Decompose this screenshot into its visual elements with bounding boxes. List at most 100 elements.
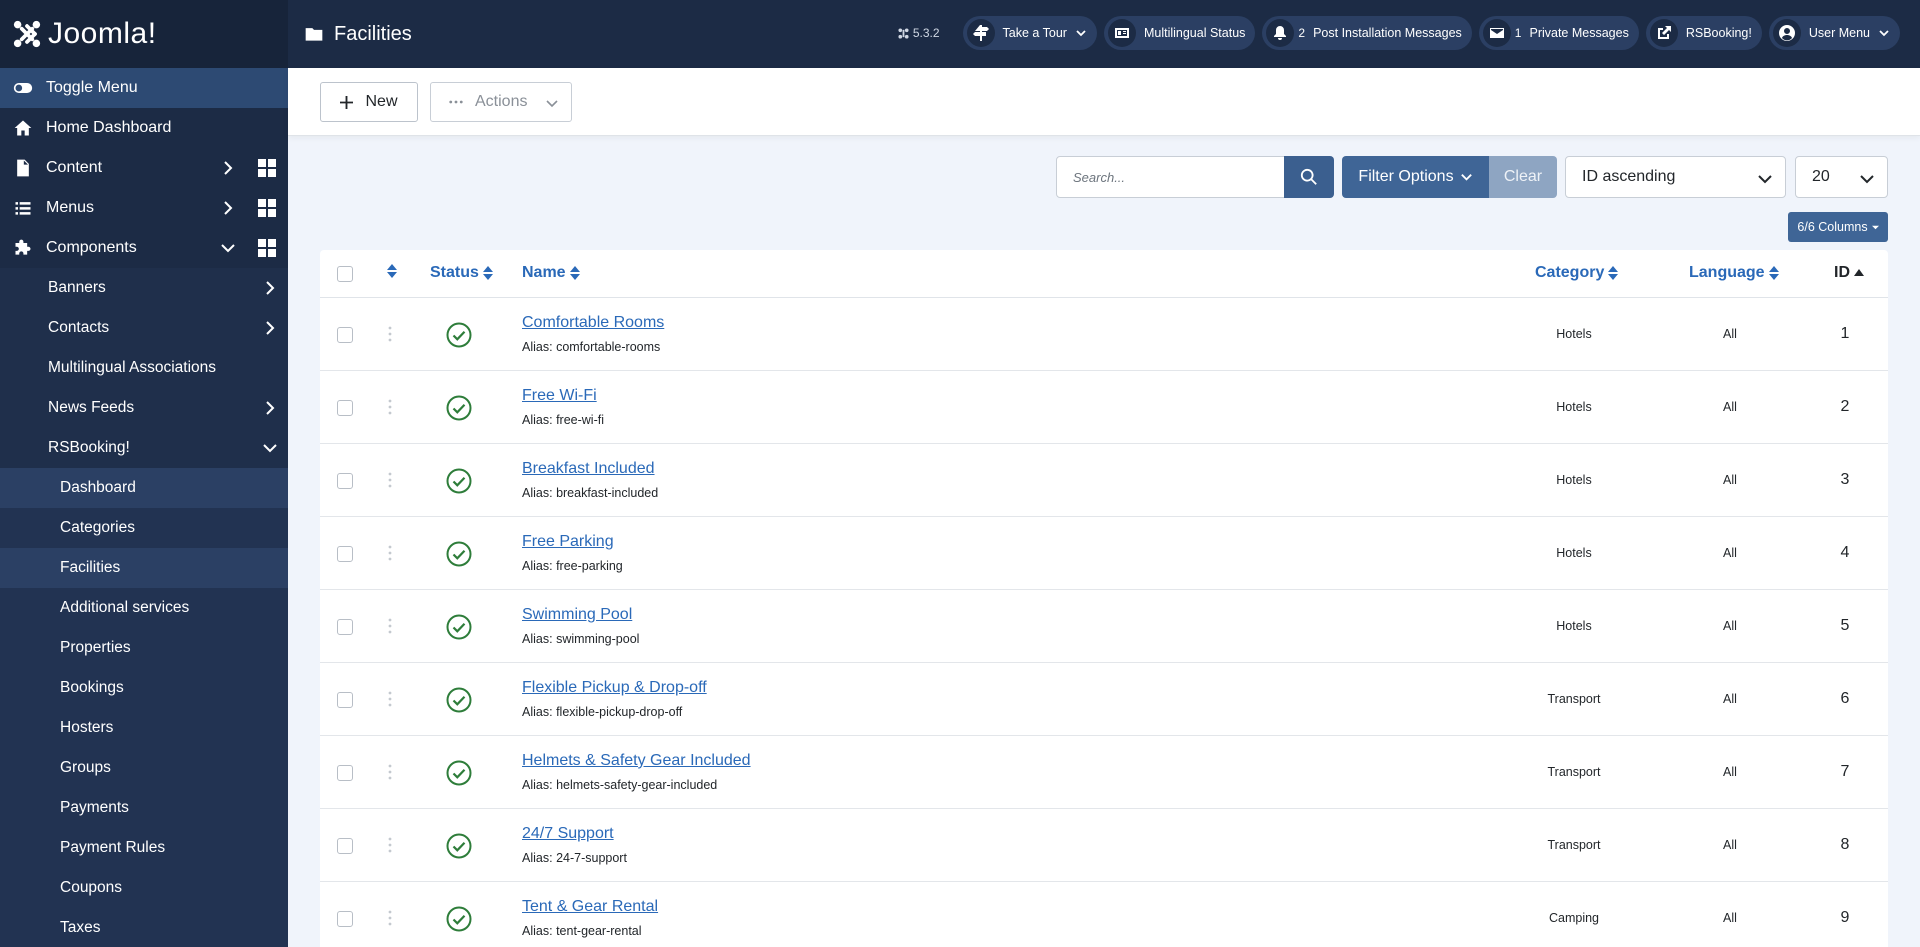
- file-icon: [12, 157, 34, 179]
- sidebar-item-banners[interactable]: Banners: [0, 268, 288, 308]
- actions-dropdown[interactable]: Actions: [430, 82, 572, 122]
- sidebar-item-label: Banners: [48, 279, 106, 296]
- select-all-checkbox[interactable]: [337, 266, 353, 282]
- published-check-icon[interactable]: [446, 468, 472, 494]
- drag-handle-icon[interactable]: [388, 617, 392, 635]
- filter-options-button[interactable]: Filter Options: [1342, 156, 1489, 198]
- sidebar-item-rsbooking[interactable]: RSBooking!: [0, 428, 288, 468]
- row-checkbox[interactable]: [337, 692, 353, 708]
- sidebar-item-contacts[interactable]: Contacts: [0, 308, 288, 348]
- multilingual-status-button[interactable]: Multilingual Status: [1103, 16, 1256, 50]
- chevron-right-icon[interactable]: [220, 200, 236, 216]
- sidebar-item-home-dashboard[interactable]: Home Dashboard: [0, 108, 288, 148]
- facility-name-link[interactable]: Helmets & Safety Gear Included: [522, 752, 751, 770]
- sidebar-item-rsbooking-hosters[interactable]: Hosters: [0, 708, 288, 748]
- drag-handle-icon[interactable]: [388, 544, 392, 562]
- columns-toggle-button[interactable]: 6/6 Columns: [1788, 212, 1888, 242]
- id-column-header[interactable]: ID: [1834, 264, 1864, 282]
- private-messages-button[interactable]: 1 Private Messages: [1478, 16, 1639, 50]
- take-a-tour-button[interactable]: Take a Tour: [962, 16, 1097, 50]
- search-button[interactable]: [1284, 156, 1334, 198]
- sidebar-item-news-feeds[interactable]: News Feeds: [0, 388, 288, 428]
- ordering-column-header[interactable]: [387, 264, 397, 278]
- list-limit-select[interactable]: 20: [1795, 156, 1888, 198]
- drag-handle-icon[interactable]: [388, 690, 392, 708]
- row-checkbox[interactable]: [337, 911, 353, 927]
- sidebar-item-rsbooking-properties[interactable]: Properties: [0, 628, 288, 668]
- chevron-down-icon[interactable]: [220, 240, 236, 256]
- drag-handle-icon[interactable]: [388, 471, 392, 489]
- dashboard-grid-icon[interactable]: [258, 159, 276, 177]
- sidebar-item-rsbooking-groups[interactable]: Groups: [0, 748, 288, 788]
- sort-ascending-icon: [1854, 269, 1864, 276]
- sidebar-item-label: Properties: [60, 639, 131, 656]
- sidebar-item-components[interactable]: Components: [0, 228, 288, 268]
- row-checkbox[interactable]: [337, 400, 353, 416]
- rsbooking-site-button[interactable]: RSBooking!: [1645, 16, 1762, 50]
- facility-language: All: [1723, 400, 1737, 414]
- published-check-icon[interactable]: [446, 906, 472, 932]
- sidebar-item-rsbooking-categories[interactable]: Categories: [0, 508, 288, 548]
- facility-name-link[interactable]: Free Wi-Fi: [522, 387, 597, 405]
- brand[interactable]: Joomla!: [0, 0, 288, 68]
- facility-name-link[interactable]: Comfortable Rooms: [522, 314, 664, 332]
- facility-name-link[interactable]: Breakfast Included: [522, 460, 655, 478]
- chevron-right-icon[interactable]: [220, 160, 236, 176]
- facility-alias: Alias: swimming-pool: [522, 632, 639, 646]
- row-checkbox[interactable]: [337, 327, 353, 343]
- sidebar-item-rsbooking-payments[interactable]: Payments: [0, 788, 288, 828]
- sidebar-item-rsbooking-taxes[interactable]: Taxes: [0, 908, 288, 947]
- new-button[interactable]: New: [320, 82, 418, 122]
- published-check-icon[interactable]: [446, 322, 472, 348]
- facility-name-link[interactable]: 24/7 Support: [522, 825, 614, 843]
- sidebar-item-content[interactable]: Content: [0, 148, 288, 188]
- published-check-icon[interactable]: [446, 541, 472, 567]
- published-check-icon[interactable]: [446, 760, 472, 786]
- sidebar-item-rsbooking-bookings[interactable]: Bookings: [0, 668, 288, 708]
- row-checkbox[interactable]: [337, 838, 353, 854]
- language-column-header[interactable]: Language: [1689, 264, 1779, 282]
- status-column-header[interactable]: Status: [430, 264, 493, 282]
- clear-button[interactable]: Clear: [1489, 156, 1557, 198]
- chevron-down-icon[interactable]: [262, 440, 278, 456]
- drag-handle-icon[interactable]: [388, 836, 392, 854]
- sidebar-item-rsbooking-dashboard[interactable]: Dashboard: [0, 468, 288, 508]
- actions-label: Actions: [475, 93, 528, 110]
- post-installation-messages-button[interactable]: 2 Post Installation Messages: [1262, 16, 1472, 50]
- row-checkbox[interactable]: [337, 765, 353, 781]
- facility-name-link[interactable]: Swimming Pool: [522, 606, 632, 624]
- drag-handle-icon[interactable]: [388, 909, 392, 927]
- sidebar-item-rsbooking-facilities[interactable]: Facilities: [0, 548, 288, 588]
- row-checkbox[interactable]: [337, 619, 353, 635]
- dashboard-grid-icon[interactable]: [258, 199, 276, 217]
- name-column-header[interactable]: Name: [522, 264, 580, 282]
- row-checkbox[interactable]: [337, 546, 353, 562]
- sidebar-item-multilingual-associations[interactable]: Multilingual Associations: [0, 348, 288, 388]
- drag-handle-icon[interactable]: [388, 325, 392, 343]
- chevron-right-icon[interactable]: [262, 320, 278, 336]
- row-checkbox[interactable]: [337, 473, 353, 489]
- published-check-icon[interactable]: [446, 687, 472, 713]
- drag-handle-icon[interactable]: [388, 763, 392, 781]
- search-input[interactable]: Search...: [1056, 156, 1285, 198]
- chevron-right-icon[interactable]: [262, 400, 278, 416]
- published-check-icon[interactable]: [446, 395, 472, 421]
- chevron-right-icon[interactable]: [262, 280, 278, 296]
- sidebar-item-menus[interactable]: Menus: [0, 188, 288, 228]
- dashboard-grid-icon[interactable]: [258, 239, 276, 257]
- published-check-icon[interactable]: [446, 614, 472, 640]
- table-row: Free Parking Alias: free-parking Hotels …: [320, 517, 1888, 590]
- sidebar-item-rsbooking-additional-services[interactable]: Additional services: [0, 588, 288, 628]
- sidebar-item-rsbooking-payment-rules[interactable]: Payment Rules: [0, 828, 288, 868]
- sidebar-toggle-menu[interactable]: Toggle Menu: [0, 68, 288, 108]
- sidebar-item-rsbooking-coupons[interactable]: Coupons: [0, 868, 288, 908]
- user-menu-button[interactable]: User Menu: [1768, 16, 1900, 50]
- facility-name-link[interactable]: Flexible Pickup & Drop-off: [522, 679, 707, 697]
- facility-name-link[interactable]: Free Parking: [522, 533, 614, 551]
- category-column-header[interactable]: Category: [1535, 264, 1619, 282]
- published-check-icon[interactable]: [446, 833, 472, 859]
- facility-language: All: [1723, 327, 1737, 341]
- facility-name-link[interactable]: Tent & Gear Rental: [522, 898, 658, 916]
- drag-handle-icon[interactable]: [388, 398, 392, 416]
- ordering-select[interactable]: ID ascending: [1565, 156, 1786, 198]
